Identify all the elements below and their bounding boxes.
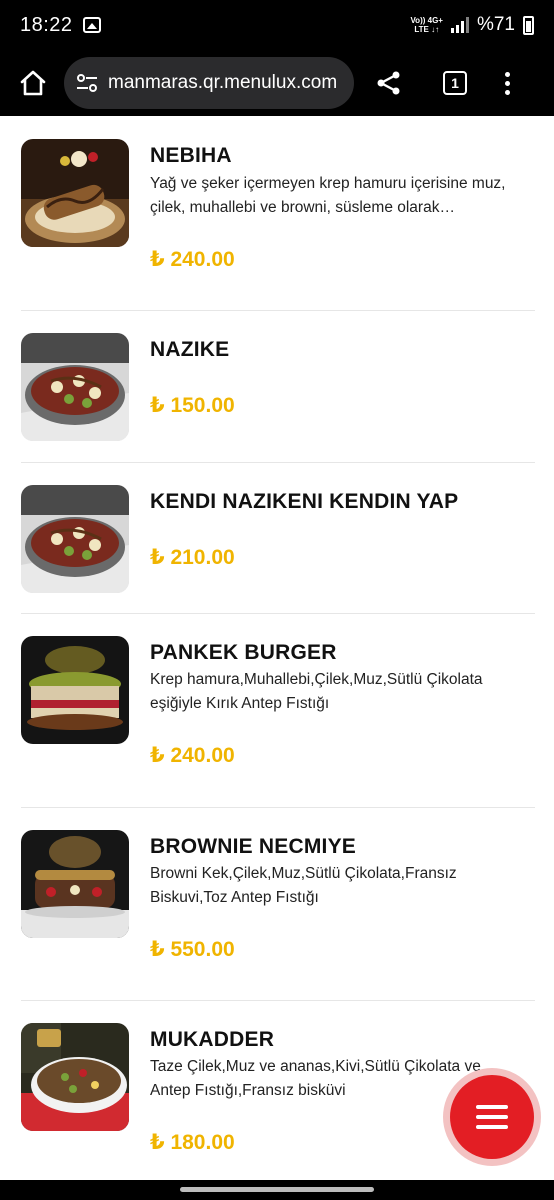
network-top-label: Vo)) 4G+ (410, 16, 443, 25)
signal-icon (450, 17, 469, 33)
tabs-button[interactable]: 1 (432, 60, 478, 106)
item-image[interactable] (21, 485, 129, 593)
menu-item[interactable]: NAZIKE ₺ 150.00 (21, 311, 535, 463)
status-time: 18:22 (20, 13, 73, 36)
item-image[interactable] (21, 1023, 129, 1131)
network-bottom-label: LTE ↓↑ (414, 25, 440, 34)
item-image[interactable] (21, 333, 129, 441)
item-description: Browni Kek,Çilek,Muz,Sütlü Çikolata,Fran… (150, 865, 457, 906)
item-image[interactable] (21, 830, 129, 938)
menu-item[interactable]: KENDI NAZIKENI KENDIN YAP ₺ 210.00 (21, 463, 535, 614)
tune-icon[interactable] (76, 72, 98, 94)
menu-list: NEBIHA Yağ ve şeker içermeyen krep hamur… (0, 116, 554, 1180)
item-name: NEBIHA (150, 144, 232, 167)
menu-item[interactable]: BROWNIE NECMIYE Browni Kek,Çilek,Muz,Süt… (21, 808, 535, 1001)
item-name: NAZIKE (150, 338, 230, 361)
share-button[interactable] (366, 60, 412, 106)
item-price: ₺ 240.00 (150, 744, 235, 767)
more-options-button[interactable] (492, 60, 522, 106)
item-name: MUKADDER (150, 1028, 275, 1051)
item-price: ₺ 240.00 (150, 248, 235, 271)
network-indicator: Vo)) 4G+ LTE ↓↑ (410, 16, 443, 34)
more-dot-icon (504, 80, 510, 86)
item-price: ₺ 210.00 (150, 546, 235, 569)
more-dot-icon (504, 89, 510, 95)
item-image[interactable] (21, 139, 129, 247)
item-name: KENDI NAZIKENI KENDIN YAP (150, 490, 459, 513)
item-description: Krep hamura,Muhallebi,Çilek,Muz,Sütlü Çi… (150, 671, 483, 712)
image-notification-icon (82, 17, 101, 33)
menu-fab-button[interactable] (443, 1068, 541, 1166)
battery-percent: %71 (476, 14, 515, 35)
item-name: PANKEK BURGER (150, 641, 337, 664)
menu-item[interactable]: NEBIHA Yağ ve şeker içermeyen krep hamur… (21, 116, 535, 311)
url-text[interactable]: manmaras.qr.menulux.com (108, 72, 337, 94)
share-icon (377, 71, 400, 95)
home-button[interactable] (10, 60, 56, 106)
status-bar: 18:22 Vo)) 4G+ LTE ↓↑ %71 (0, 0, 554, 50)
item-price: ₺ 150.00 (150, 394, 235, 417)
battery-icon (523, 15, 534, 35)
browser-toolbar: manmaras.qr.menulux.com 1 (0, 50, 554, 116)
gesture-handle[interactable] (180, 1187, 374, 1192)
item-image[interactable] (21, 636, 129, 744)
tab-count: 1 (443, 71, 467, 95)
item-name: BROWNIE NECMIYE (150, 835, 357, 858)
navigation-gesture-area (0, 1180, 554, 1200)
menu-hamburger-icon[interactable] (450, 1075, 534, 1159)
item-price: ₺ 550.00 (150, 938, 235, 961)
item-description: Yağ ve şeker içermeyen krep hamuru içeri… (150, 175, 506, 216)
home-icon (20, 70, 46, 96)
status-right-group: Vo)) 4G+ LTE ↓↑ %71 (410, 14, 534, 36)
address-bar[interactable]: manmaras.qr.menulux.com (64, 57, 354, 109)
item-price: ₺ 180.00 (150, 1131, 235, 1154)
menu-item[interactable]: PANKEK BURGER Krep hamura,Muhallebi,Çile… (21, 614, 535, 808)
more-dot-icon (504, 71, 510, 77)
